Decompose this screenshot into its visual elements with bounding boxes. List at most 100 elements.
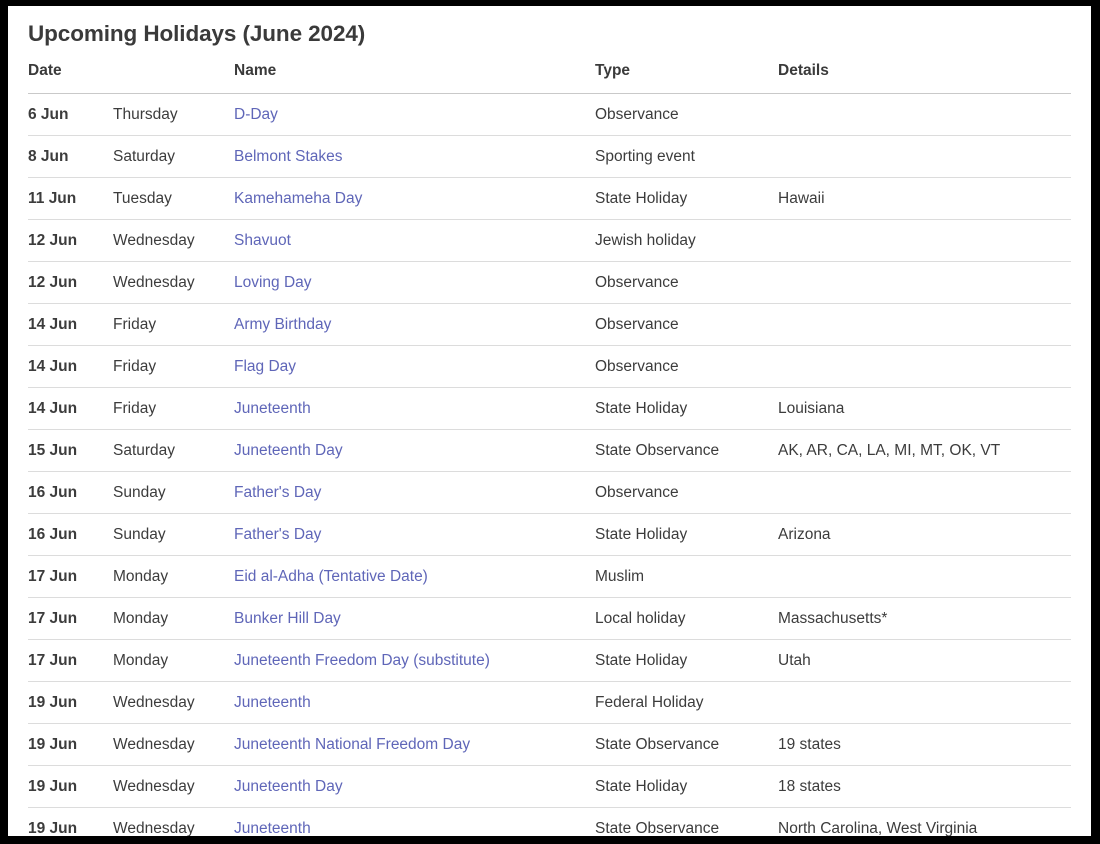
- cell-date: 6 Jun: [28, 93, 113, 135]
- holiday-link[interactable]: Juneteenth: [234, 400, 311, 417]
- cell-type: Local holiday: [595, 597, 778, 639]
- cell-weekday: Wednesday: [113, 219, 234, 261]
- cell-details: Arizona: [778, 513, 1071, 555]
- cell-details: Louisiana: [778, 387, 1071, 429]
- cell-details: [778, 555, 1071, 597]
- cell-name: Juneteenth National Freedom Day: [234, 723, 595, 765]
- holiday-link[interactable]: Juneteenth Day: [234, 778, 343, 795]
- holiday-link[interactable]: Father's Day: [234, 526, 321, 543]
- column-header-name: Name: [234, 59, 595, 94]
- cell-name: Juneteenth Freedom Day (substitute): [234, 639, 595, 681]
- cell-weekday: Sunday: [113, 471, 234, 513]
- cell-details: [778, 471, 1071, 513]
- holiday-link[interactable]: Eid al-Adha (Tentative Date): [234, 568, 428, 585]
- cell-type: State Holiday: [595, 765, 778, 807]
- holiday-link[interactable]: Juneteenth Freedom Day (substitute): [234, 652, 490, 669]
- cell-weekday: Sunday: [113, 513, 234, 555]
- cell-weekday: Monday: [113, 639, 234, 681]
- cell-details: Utah: [778, 639, 1071, 681]
- cell-type: State Observance: [595, 807, 778, 836]
- holiday-link[interactable]: Kamehameha Day: [234, 190, 362, 207]
- card-inner: Upcoming Holidays (June 2024) Date Name …: [8, 6, 1091, 836]
- cell-weekday: Wednesday: [113, 681, 234, 723]
- holiday-link[interactable]: Bunker Hill Day: [234, 610, 341, 627]
- cell-date: 19 Jun: [28, 765, 113, 807]
- cell-type: State Holiday: [595, 513, 778, 555]
- cell-weekday: Saturday: [113, 429, 234, 471]
- holiday-link[interactable]: D-Day: [234, 106, 278, 123]
- cell-details: [778, 135, 1071, 177]
- holiday-link[interactable]: Juneteenth Day: [234, 442, 343, 459]
- cell-name: Juneteenth: [234, 387, 595, 429]
- holiday-link[interactable]: Belmont Stakes: [234, 148, 343, 165]
- cell-weekday: Monday: [113, 555, 234, 597]
- holiday-link[interactable]: Juneteenth: [234, 694, 311, 711]
- page-title: Upcoming Holidays (June 2024): [28, 6, 1071, 59]
- cell-weekday: Saturday: [113, 135, 234, 177]
- cell-name: Father's Day: [234, 513, 595, 555]
- table-row: 14 JunFridayFlag DayObservance: [28, 345, 1071, 387]
- cell-name: Army Birthday: [234, 303, 595, 345]
- cell-date: 16 Jun: [28, 471, 113, 513]
- holiday-link[interactable]: Shavuot: [234, 232, 291, 249]
- table-row: 19 JunWednesdayJuneteenthFederal Holiday: [28, 681, 1071, 723]
- table-row: 19 JunWednesdayJuneteenth National Freed…: [28, 723, 1071, 765]
- holiday-link[interactable]: Juneteenth National Freedom Day: [234, 736, 470, 753]
- cell-type: State Holiday: [595, 177, 778, 219]
- cell-details: [778, 219, 1071, 261]
- table-row: 16 JunSundayFather's Day State HolidayAri…: [28, 513, 1071, 555]
- cell-type: Observance: [595, 303, 778, 345]
- table-row: 15 JunSaturdayJuneteenth Day State Observ…: [28, 429, 1071, 471]
- holiday-link[interactable]: Loving Day: [234, 274, 312, 291]
- cell-name: Father's Day: [234, 471, 595, 513]
- column-header-date: Date: [28, 59, 113, 94]
- table-row: 8 JunSaturdayBelmont StakesSporting even…: [28, 135, 1071, 177]
- cell-weekday: Wednesday: [113, 723, 234, 765]
- cell-weekday: Thursday: [113, 93, 234, 135]
- table-row: 17 JunMondayJuneteenth Freedom Day (subs…: [28, 639, 1071, 681]
- holiday-link[interactable]: Flag Day: [234, 358, 296, 375]
- table-row: 11 JunTuesdayKamehameha DayState Holiday…: [28, 177, 1071, 219]
- table-body: 6 JunThursdayD-DayObservance8 JunSaturda…: [28, 93, 1071, 836]
- cell-type: State Observance: [595, 723, 778, 765]
- table-row: 6 JunThursdayD-Day Observance: [28, 93, 1071, 135]
- holidays-card: Upcoming Holidays (June 2024) Date Name …: [8, 6, 1091, 836]
- cell-name: Juneteenth: [234, 681, 595, 723]
- cell-date: 14 Jun: [28, 345, 113, 387]
- cell-details: North Carolina, West Virginia: [778, 807, 1071, 836]
- cell-details: [778, 93, 1071, 135]
- cell-details: 19 states: [778, 723, 1071, 765]
- cell-weekday: Wednesday: [113, 807, 234, 836]
- cell-type: Observance: [595, 93, 778, 135]
- holiday-link[interactable]: Father's Day: [234, 484, 321, 501]
- holiday-link[interactable]: Army Birthday: [234, 316, 331, 333]
- cell-date: 15 Jun: [28, 429, 113, 471]
- cell-details: Massachusetts*: [778, 597, 1071, 639]
- cell-weekday: Tuesday: [113, 177, 234, 219]
- table-row: 17 JunMondayBunker Hill DayLocal holiday…: [28, 597, 1071, 639]
- cell-name: D-Day: [234, 93, 595, 135]
- page-frame: Upcoming Holidays (June 2024) Date Name …: [0, 0, 1100, 844]
- cell-name: Belmont Stakes: [234, 135, 595, 177]
- cell-date: 14 Jun: [28, 387, 113, 429]
- holidays-table: Date Name Type Details 6 JunThursdayD-Da…: [28, 59, 1071, 836]
- cell-type: Sporting event: [595, 135, 778, 177]
- cell-type: Jewish holiday: [595, 219, 778, 261]
- cell-details: Hawaii: [778, 177, 1071, 219]
- cell-details: [778, 345, 1071, 387]
- cell-name: Flag Day: [234, 345, 595, 387]
- cell-name: Juneteenth Day: [234, 429, 595, 471]
- cell-name: Loving Day: [234, 261, 595, 303]
- cell-name: Juneteenth Day: [234, 765, 595, 807]
- holiday-link[interactable]: Juneteenth: [234, 820, 311, 836]
- cell-date: 12 Jun: [28, 219, 113, 261]
- table-row: 16 JunSundayFather's DayObservance: [28, 471, 1071, 513]
- table-row: 19 JunWednesdayJuneteenthState Observanc…: [28, 807, 1071, 836]
- cell-details: [778, 261, 1071, 303]
- cell-weekday: Wednesday: [113, 261, 234, 303]
- cell-type: State Observance: [595, 429, 778, 471]
- cell-weekday: Wednesday: [113, 765, 234, 807]
- cell-type: Muslim: [595, 555, 778, 597]
- cell-details: [778, 303, 1071, 345]
- cell-date: 16 Jun: [28, 513, 113, 555]
